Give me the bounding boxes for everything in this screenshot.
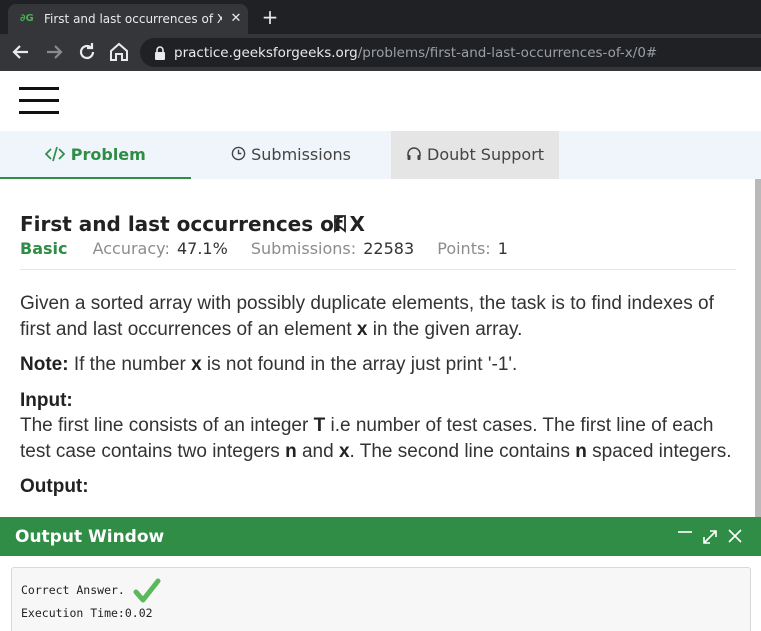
submissions-label: Submissions: [250, 239, 357, 258]
note-paragraph: Note: If the number x is not found in th… [20, 354, 518, 375]
new-tab-button[interactable]: + [258, 5, 282, 29]
browser-tab-title: First and last occurrences of X | P [44, 12, 222, 26]
input-heading: Input: [20, 389, 73, 411]
output-window-header: Output Window [0, 517, 761, 556]
accuracy-label: Accuracy: [92, 239, 170, 258]
minimize-icon[interactable] [676, 525, 694, 547]
problem-meta: Basic Accuracy: 47.1% Submissions: 22583… [20, 239, 526, 259]
points-label: Points: [437, 239, 491, 258]
accuracy-value: 47.1% [176, 239, 228, 258]
url-host: practice.geeksforgeeks.org [174, 45, 358, 61]
home-icon [110, 42, 128, 61]
url-text: practice.geeksforgeeks.org/problems/firs… [174, 44, 657, 62]
expand-icon[interactable] [701, 525, 719, 547]
browser-tab-bar: ∂G First and last occurrences of X | P ✕… [0, 0, 761, 34]
tab-problem-label: Problem [70, 145, 146, 164]
divider [20, 269, 736, 270]
problem-content: First and last occurrences of X Basic Ac… [0, 179, 755, 519]
bookmark-icon[interactable] [333, 215, 347, 233]
tab-doubt-support[interactable]: Doubt Support [391, 131, 559, 179]
output-window-title: Output Window [15, 527, 165, 547]
output-window-body: Correct Answer. Execution Time:0.02 [0, 556, 761, 631]
lock-icon [155, 46, 165, 60]
input-section: Input: The first line consists of an inte… [20, 388, 740, 465]
execution-time-text: Execution Time:0.02 [21, 606, 153, 620]
tab-doubt-support-label: Doubt Support [427, 145, 545, 164]
problem-statement: Given a sorted array with possibly dupli… [20, 291, 740, 510]
forward-button[interactable] [42, 40, 66, 64]
intro-paragraph: Given a sorted array with possibly dupli… [20, 293, 714, 340]
arrow-left-icon [12, 45, 28, 59]
problem-title: First and last occurrences of X [20, 212, 365, 236]
tab-problem[interactable]: Problem [0, 131, 191, 179]
output-section: Output: [20, 474, 740, 500]
geeksforgeeks-icon: ∂G [20, 13, 34, 24]
tab-submissions[interactable]: Submissions [191, 131, 391, 179]
points-value: 1 [497, 239, 508, 258]
site-header [0, 71, 761, 131]
submissions-value: 22583 [363, 239, 415, 258]
problem-tabs: Problem Submissions Doubt Support [0, 131, 761, 179]
reload-button[interactable] [75, 40, 99, 64]
note-label: Note: [20, 354, 69, 375]
difficulty-badge: Basic [20, 239, 68, 258]
close-tab-icon[interactable]: ✕ [228, 10, 244, 28]
menu-icon[interactable] [19, 87, 59, 115]
browser-tab[interactable]: ∂G First and last occurrences of X | P ✕ [8, 4, 248, 34]
result-text: Correct Answer. [21, 583, 125, 597]
content-scrollbar[interactable] [755, 179, 761, 519]
output-heading: Output: [20, 476, 89, 497]
back-button[interactable] [9, 40, 33, 64]
checkmark-icon [133, 578, 161, 603]
reload-icon [79, 43, 95, 60]
tab-submissions-label: Submissions [251, 145, 351, 164]
headset-icon [407, 147, 421, 160]
arrow-right-icon [47, 45, 63, 59]
home-button[interactable] [107, 40, 131, 64]
clock-icon [231, 146, 246, 161]
url-path: /problems/first-and-last-occurrences-of-… [357, 45, 658, 61]
address-bar[interactable]: practice.geeksforgeeks.org/problems/firs… [140, 38, 761, 67]
output-console: Correct Answer. Execution Time:0.02 [11, 567, 751, 631]
browser-toolbar: practice.geeksforgeeks.org/problems/firs… [0, 34, 761, 71]
close-icon[interactable] [726, 525, 744, 547]
code-icon [44, 146, 66, 162]
